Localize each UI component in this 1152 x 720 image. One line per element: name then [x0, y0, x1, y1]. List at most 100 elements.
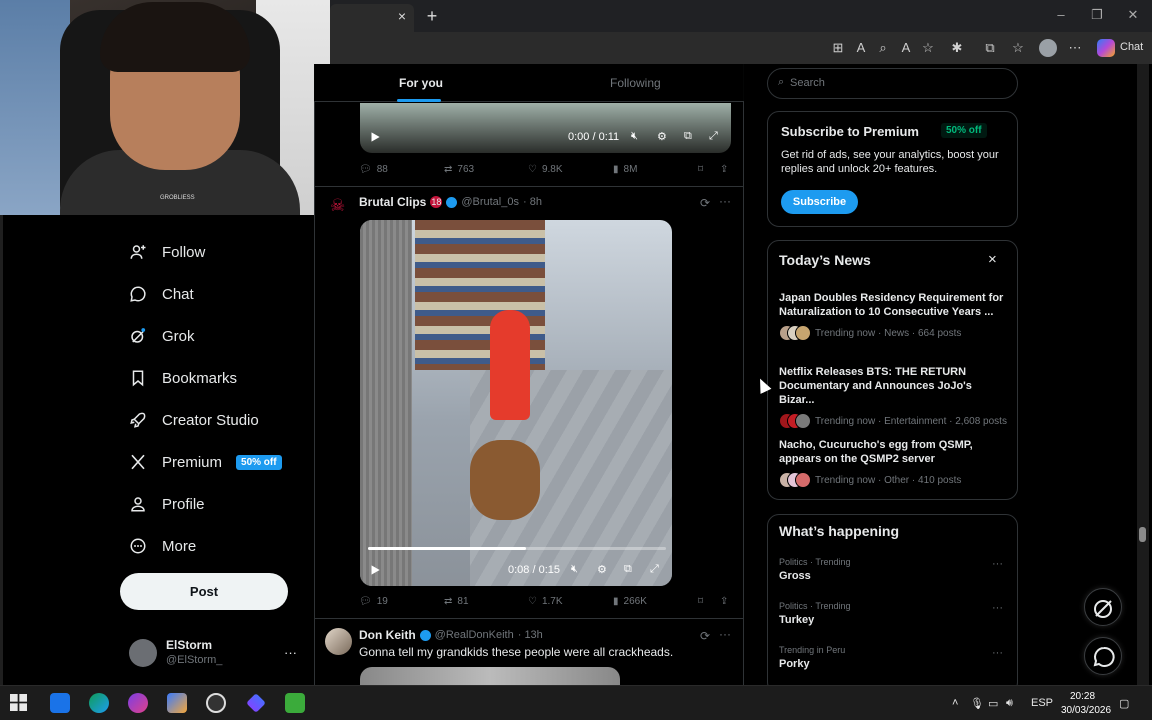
- read-aloud-icon[interactable]: A: [898, 40, 914, 56]
- sidebar-item-grok[interactable]: Grok: [128, 322, 195, 350]
- restore-icon[interactable]: ❐: [1090, 8, 1104, 22]
- account-more-icon[interactable]: ···: [284, 645, 297, 660]
- github-desktop-icon[interactable]: [206, 693, 226, 713]
- outlook-icon[interactable]: [50, 693, 70, 713]
- page-scrollbar[interactable]: [1137, 64, 1149, 685]
- sidebar-item-profile[interactable]: Profile: [128, 490, 205, 518]
- tweet-author-name[interactable]: Don Keith: [359, 628, 416, 642]
- share-button[interactable]: ⇪: [720, 596, 728, 607]
- sidebar-item-more[interactable]: More: [128, 532, 196, 560]
- account-avatar[interactable]: [129, 639, 157, 667]
- windows-start-icon[interactable]: [10, 694, 27, 711]
- subscribe-button[interactable]: Subscribe: [781, 190, 858, 214]
- tweet-more-icon[interactable]: ···: [719, 194, 731, 208]
- zoom-icon[interactable]: ⌕: [875, 40, 891, 56]
- minecraft-icon[interactable]: [285, 693, 305, 713]
- views-button[interactable]: ▮ 8M: [613, 164, 637, 175]
- brutal-clips-avatar[interactable]: ☠: [330, 196, 350, 216]
- tweet-video-player[interactable]: [360, 220, 672, 586]
- sidebar-item-creator-studio[interactable]: Creator Studio: [128, 406, 259, 434]
- copilot-icon[interactable]: [1097, 39, 1115, 57]
- tweet-author-handle[interactable]: @RealDonKeith: [435, 629, 514, 641]
- copilot-app-icon[interactable]: [167, 693, 187, 713]
- edge-browser-icon[interactable]: [89, 693, 109, 713]
- split-screen-icon[interactable]: ⧉: [982, 40, 998, 56]
- trend-item[interactable]: Politics · Trending Turkey: [779, 601, 851, 626]
- share-button[interactable]: ⇪: [720, 164, 728, 175]
- close-window-icon[interactable]: ✕: [1126, 8, 1140, 22]
- language-indicator[interactable]: ESP: [1031, 697, 1053, 709]
- extensions-icon[interactable]: ✱: [949, 40, 965, 56]
- search-input[interactable]: [790, 76, 990, 90]
- fullscreen-icon[interactable]: ⤢: [650, 563, 659, 576]
- tweet-media-preview[interactable]: [360, 667, 620, 687]
- account-handle[interactable]: @ElStorm_: [166, 654, 222, 666]
- fullscreen-icon[interactable]: ⤢: [709, 130, 718, 143]
- mute-icon[interactable]: 🔇︎: [571, 563, 578, 576]
- tray-expand-icon[interactable]: ˄: [952, 697, 958, 709]
- favorites-icon[interactable]: ☆: [1010, 40, 1026, 56]
- trend-more-icon[interactable]: ···: [992, 602, 1003, 614]
- favorite-star-icon[interactable]: ☆: [920, 40, 936, 56]
- tweet-video-player[interactable]: [360, 103, 731, 153]
- sidebar-item-premium[interactable]: Premium 50% off: [128, 448, 282, 476]
- trend-item[interactable]: Politics · Trending Gross: [779, 557, 851, 582]
- play-icon[interactable]: [368, 563, 382, 577]
- tab-close-button[interactable]: ×: [395, 9, 409, 23]
- grok-explain-icon[interactable]: ⟳: [700, 196, 710, 210]
- bookmark-button[interactable]: ⌑: [698, 164, 703, 175]
- copilot-chat-label[interactable]: Chat: [1120, 41, 1143, 53]
- settings-icon[interactable]: ⚙: [657, 130, 667, 143]
- repost-button[interactable]: ⇄ 81: [444, 596, 469, 607]
- minimize-icon[interactable]: –: [1054, 8, 1068, 22]
- scrollbar-thumb[interactable]: [1139, 527, 1146, 542]
- reply-button[interactable]: 💬︎ 19: [359, 596, 388, 607]
- new-tab-button[interactable]: +: [424, 7, 440, 25]
- bookmark-button[interactable]: ⌑: [698, 596, 703, 607]
- microphone-icon[interactable]: 🎙︎: [970, 697, 984, 710]
- tab-for-you[interactable]: For you: [399, 76, 443, 90]
- reply-button[interactable]: 💬︎ 88: [359, 164, 388, 175]
- news-item[interactable]: Netflix Releases BTS: THE RETURN Documen…: [779, 365, 1007, 429]
- repost-button[interactable]: ⇄ 763: [444, 164, 474, 175]
- tweet-author-name[interactable]: Brutal Clips: [359, 195, 426, 209]
- news-item[interactable]: Nacho, Cucurucho's egg from QSMP, appear…: [779, 438, 1007, 488]
- clock-time[interactable]: 20:28: [1070, 691, 1095, 702]
- like-button[interactable]: ♡ 1.7K: [528, 596, 563, 607]
- mute-icon[interactable]: 🔇︎: [631, 130, 638, 143]
- more-options-icon[interactable]: ⋯: [1067, 40, 1083, 56]
- volume-icon[interactable]: 🔊︎: [1006, 697, 1013, 710]
- tab-following[interactable]: Following: [610, 76, 661, 90]
- post-button[interactable]: Post: [120, 573, 288, 610]
- pip-icon[interactable]: ⧉: [684, 130, 692, 143]
- obs-studio-icon[interactable]: [128, 693, 148, 713]
- notifications-icon[interactable]: ▢: [1119, 697, 1129, 710]
- views-button[interactable]: ▮ 266K: [613, 596, 647, 607]
- grok-explain-icon[interactable]: ⟳: [700, 629, 710, 643]
- clock-date[interactable]: 30/03/2026: [1061, 705, 1111, 716]
- sidebar-item-chat[interactable]: Chat: [128, 280, 194, 308]
- network-icon[interactable]: ▭: [988, 697, 998, 710]
- tweet-time[interactable]: · 8h: [523, 196, 542, 208]
- tweet-author-handle[interactable]: @Brutal_0s: [461, 196, 519, 208]
- apps-icon[interactable]: ⊞: [830, 40, 846, 56]
- like-button[interactable]: ♡ 9.8K: [528, 164, 563, 175]
- close-news-icon[interactable]: ×: [988, 251, 997, 268]
- don-keith-avatar[interactable]: [325, 628, 352, 655]
- trend-item[interactable]: Trending in Peru Porky: [779, 645, 845, 670]
- pip-icon[interactable]: ⧉: [624, 563, 632, 576]
- tweet-time[interactable]: · 13h: [518, 629, 543, 641]
- translate-icon[interactable]: A: [853, 40, 869, 56]
- trend-more-icon[interactable]: ···: [992, 558, 1003, 570]
- tweet-more-icon[interactable]: ···: [719, 627, 731, 641]
- trend-more-icon[interactable]: ···: [992, 647, 1003, 659]
- messages-fab-button[interactable]: [1084, 637, 1122, 675]
- browser-profile-avatar[interactable]: [1039, 39, 1057, 57]
- sidebar-item-follow[interactable]: Follow: [128, 238, 205, 266]
- sidebar-item-bookmarks[interactable]: Bookmarks: [128, 364, 237, 392]
- settings-icon[interactable]: ⚙: [597, 563, 607, 576]
- play-icon[interactable]: [368, 130, 382, 144]
- news-item[interactable]: Japan Doubles Residency Requirement for …: [779, 291, 1007, 341]
- account-name[interactable]: ElStorm: [166, 638, 212, 652]
- grok-fab-button[interactable]: [1084, 588, 1122, 626]
